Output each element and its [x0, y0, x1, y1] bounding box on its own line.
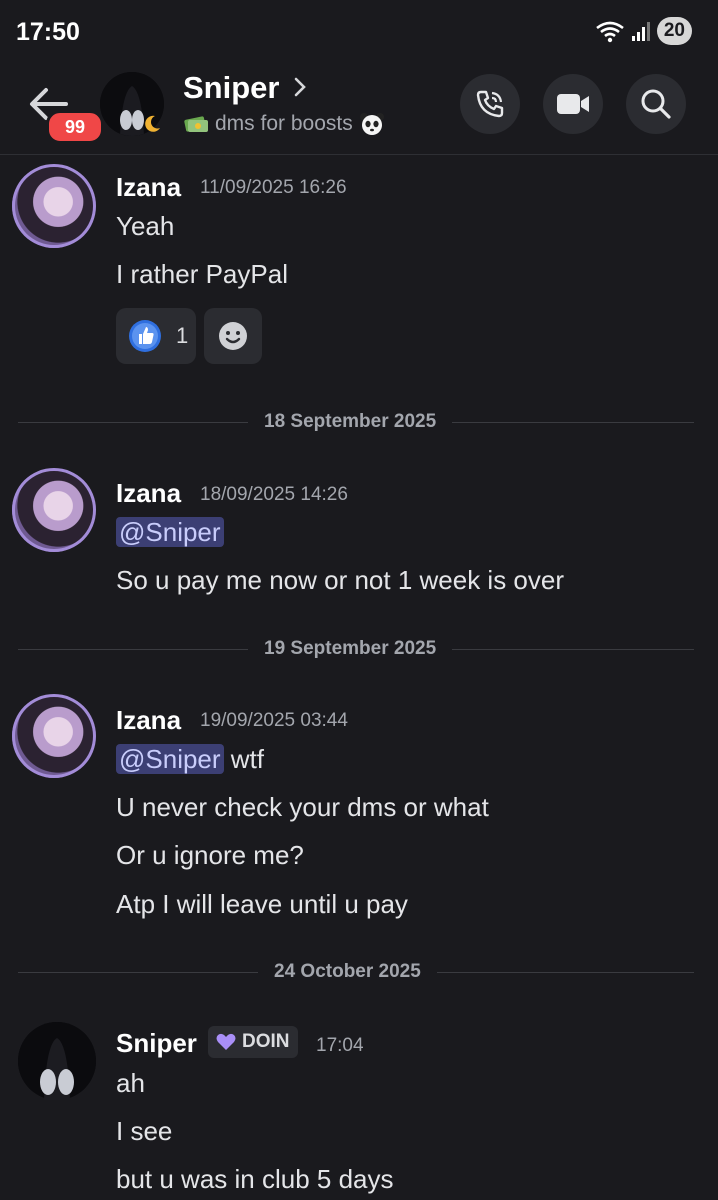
- message-text: I rather PayPal: [116, 259, 288, 289]
- message-text: I see: [116, 1116, 173, 1146]
- search-button[interactable]: [626, 74, 686, 134]
- avatar[interactable]: [18, 1022, 96, 1100]
- battery-indicator: 20: [656, 17, 692, 45]
- message-author[interactable]: Izana: [116, 172, 181, 203]
- user-mention[interactable]: @Sniper: [116, 744, 224, 774]
- video-camera-icon: [557, 94, 589, 114]
- message-timestamp: 11/09/2025 16:26: [200, 177, 347, 198]
- date-divider-label: 24 October 2025: [258, 961, 437, 983]
- message-timestamp: 19/09/2025 03:44: [200, 710, 348, 731]
- message-text: Or u ignore me?: [116, 840, 304, 870]
- wifi-icon: [596, 21, 624, 43]
- server-tag[interactable]: DOIN: [208, 1026, 298, 1058]
- dm-header: Sniper dms for boosts: [0, 64, 718, 155]
- status-text: dms for boosts: [215, 112, 353, 135]
- chevron-right-icon[interactable]: [292, 76, 308, 98]
- avatar[interactable]: [12, 164, 96, 248]
- reaction-thumbs-up[interactable]: 1: [116, 308, 196, 364]
- moon-icon: [145, 115, 160, 132]
- server-tag-label: DOIN: [242, 1031, 290, 1052]
- money-icon: [184, 116, 208, 132]
- video-call-button[interactable]: [543, 74, 603, 134]
- message-author[interactable]: Izana: [116, 478, 181, 509]
- message-timestamp: 17:04: [316, 1035, 364, 1056]
- message-text-suffix: wtf: [230, 744, 265, 774]
- message-text: U never check your dms or what: [116, 792, 489, 822]
- smiley-icon: [219, 322, 247, 350]
- panda-icon: [359, 113, 384, 135]
- message-timestamp: 18/09/2025 14:26: [200, 484, 348, 505]
- status-time: 17:50: [16, 18, 80, 46]
- message-text: So u pay me now or not 1 week is over: [116, 565, 565, 595]
- signal-icon: [631, 22, 650, 41]
- channel-name[interactable]: Sniper: [183, 70, 279, 106]
- date-divider-label: 19 September 2025: [248, 638, 453, 660]
- message-text: ah: [116, 1068, 145, 1098]
- unread-badge: 99: [46, 110, 104, 144]
- reaction-count: 1: [176, 323, 189, 348]
- message-text: @Sniper wtf: [116, 744, 264, 775]
- message-text: @Sniper: [116, 517, 224, 548]
- phone-icon: [476, 90, 504, 118]
- message-text: Atp I will leave until u pay: [116, 889, 408, 919]
- user-mention[interactable]: @Sniper: [116, 517, 224, 547]
- status-icons: 20: [595, 17, 692, 45]
- message-text: but u was in club 5 days: [116, 1164, 394, 1194]
- voice-call-button[interactable]: [460, 74, 520, 134]
- avatar[interactable]: [12, 468, 96, 552]
- status-bar: 17:50 20: [0, 0, 718, 64]
- heart-icon: [216, 1033, 236, 1050]
- add-reaction-button[interactable]: [204, 308, 262, 364]
- date-divider-label: 18 September 2025: [248, 411, 453, 433]
- message-author[interactable]: Sniper: [116, 1028, 197, 1059]
- thumbs-up-icon: [129, 320, 161, 352]
- message-author[interactable]: Izana: [116, 705, 181, 736]
- search-icon: [641, 89, 671, 119]
- channel-status: dms for boosts: [183, 112, 385, 136]
- avatar[interactable]: [12, 694, 96, 778]
- message-text: Yeah: [116, 211, 175, 241]
